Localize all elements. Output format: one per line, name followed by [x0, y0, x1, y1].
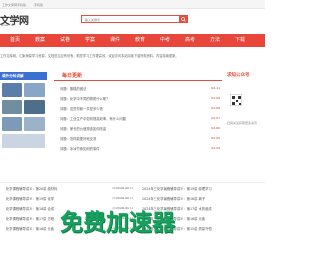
banner-thumbnail[interactable]	[2, 117, 22, 131]
wechat-box-title: 求知公众号	[227, 73, 250, 78]
nav-item[interactable]: 学案	[79, 34, 101, 47]
site-notice: 工作文库网，汇聚海量学习资源，文档范文应有尽有，助您学习工作更高效，欢迎访问本站…	[0, 51, 265, 60]
top-bar: 工作文库网手机版 手机版	[0, 0, 265, 9]
list-item[interactable]: 问题：冰冰竹熊如何的事件 02-04	[60, 146, 220, 152]
list-item-title[interactable]: 问题：怎样能更好地交流	[60, 136, 96, 141]
list-item-title[interactable]: 2024年三化学暑假辅导讲义：第18讲 离子	[142, 196, 205, 201]
top-bar-site-name[interactable]: 工作文库网手机版	[2, 3, 26, 7]
daily-updates: 每日更新 问题：蛋糕的做法 02-11 问题：化学中不同的物质什么呢？ 02-0…	[54, 70, 222, 160]
list-item-date: 02-06	[211, 126, 220, 130]
list-item[interactable]: 2024年三化学暑假辅导讲义：第18讲 离子 2024-01-12	[112, 196, 262, 202]
banner-thumbnail[interactable]	[24, 100, 45, 114]
list-item[interactable]: 2024年三化学暑假辅导讲义：第19讲 原理学习 2024-01-12	[112, 186, 262, 192]
subject-banner[interactable]: 课外分科讲解	[0, 72, 47, 162]
nav-item[interactable]: 教案	[29, 34, 51, 47]
banner-thumbnail[interactable]	[2, 83, 22, 97]
main-nav: 首页 教案 试卷 学案 课件 教育 中考 高考 方法 下载	[0, 34, 265, 47]
list-item-date: 02-11	[211, 86, 220, 90]
nav-item[interactable]: 教育	[129, 34, 151, 47]
nav-item[interactable]: 首页	[4, 34, 26, 47]
search-input[interactable]	[82, 16, 180, 23]
search-button[interactable]	[179, 16, 187, 23]
list-item-date: 02-05	[211, 136, 220, 140]
list-item[interactable]: 问题：家长的价值观该如何改善 02-06	[60, 126, 220, 132]
list-item-title[interactable]: 问题：冰冰竹熊如何的事件	[60, 146, 100, 151]
list-item-title[interactable]: 问题：工业生产中如何提高效率，有什么问题	[60, 116, 126, 121]
nav-item[interactable]: 方法	[204, 34, 226, 47]
list-item[interactable]: 问题：化学中不同的物质什么呢？ 02-09	[60, 96, 220, 102]
list-item[interactable]: 化学课程辅导讲义：第19讲 化学 2024-01-12	[6, 196, 133, 202]
list-item-title[interactable]: 问题：化学中不同的物质什么呢？	[60, 96, 109, 101]
list-item-date: 02-07	[211, 116, 220, 120]
nav-item[interactable]: 课件	[104, 34, 126, 47]
search-icon	[180, 17, 186, 22]
list-item-title[interactable]: 化学课程辅导讲义：第20讲 原材料	[6, 186, 57, 191]
banner-thumbnail[interactable]	[2, 100, 22, 114]
list-item-title[interactable]: 化学课程辅导讲义：第19讲 化学	[6, 196, 54, 201]
nav-item[interactable]: 中考	[154, 34, 176, 47]
wechat-box-caption: 扫码关注获取更多资讯	[227, 121, 258, 125]
list-item[interactable]: 问题：这些贷款一共是多少钱 02-08	[60, 106, 220, 112]
banner-thumbnail[interactable]	[24, 83, 45, 97]
list-item[interactable]: 化学课程辅导讲义：第20讲 原材料 2024-01-12	[6, 186, 133, 192]
list-item[interactable]: 问题：怎样能更好地交流 02-05	[60, 136, 220, 142]
nav-item[interactable]: 下载	[229, 34, 251, 47]
list-item-date: 2024-01-12	[112, 196, 130, 200]
list-item-title[interactable]: 化学课程辅导讲义：第18讲 合成	[6, 206, 54, 211]
list-item-title[interactable]: 问题：蛋糕的做法	[60, 86, 86, 91]
list-item-title[interactable]: 问题：这些贷款一共是多少钱	[60, 106, 103, 111]
site-logo[interactable]: 文学网 www.com	[0, 12, 44, 28]
list-item-title[interactable]: 2024年三化学暑假辅导讲义：第19讲 原理学习	[142, 186, 212, 191]
list-item[interactable]: 问题：工业生产中如何提高效率，有什么问题 02-07	[60, 116, 220, 122]
watermark-overlay: 免费加速器 免费加速器	[60, 209, 265, 237]
divider	[54, 80, 222, 81]
list-item-title[interactable]: 化学课程辅导讲义：第16讲 元素	[6, 226, 54, 231]
list-item-title[interactable]: 化学课程辅导讲义：第17讲 方程	[6, 216, 54, 221]
wechat-box: 求知公众号 扫码关注获取更多资讯	[227, 72, 265, 162]
banner-thumbnail[interactable]	[2, 134, 45, 148]
logo-url: www.com	[1, 22, 16, 27]
search-box	[81, 15, 188, 23]
daily-updates-title: 每日更新	[62, 73, 83, 79]
qr-code-icon	[230, 94, 242, 106]
list-item-title[interactable]: 问题：家长的价值观该如何改善	[60, 126, 106, 131]
nav-item[interactable]: 试卷	[54, 34, 76, 47]
watermark-text: 免费加速器	[60, 210, 175, 236]
subject-banner-title: 课外分科讲解	[0, 72, 47, 80]
list-item-date: 02-04	[211, 146, 220, 150]
top-bar-mobile-link[interactable]: 手机版	[34, 3, 43, 7]
list-item-date: 02-09	[211, 96, 220, 100]
list-item-date: 02-08	[211, 106, 220, 110]
list-item-date: 2024-01-12	[112, 186, 130, 190]
nav-item[interactable]: 高考	[179, 34, 201, 47]
divider	[0, 182, 265, 183]
banner-thumbnail[interactable]	[24, 117, 45, 131]
notice-text: 工作文库网，汇聚海量学习资源，文档范文应有尽有，助您学习工作更高效，欢迎访问本站…	[0, 54, 179, 58]
list-item[interactable]: 问题：蛋糕的做法 02-11	[60, 86, 220, 92]
